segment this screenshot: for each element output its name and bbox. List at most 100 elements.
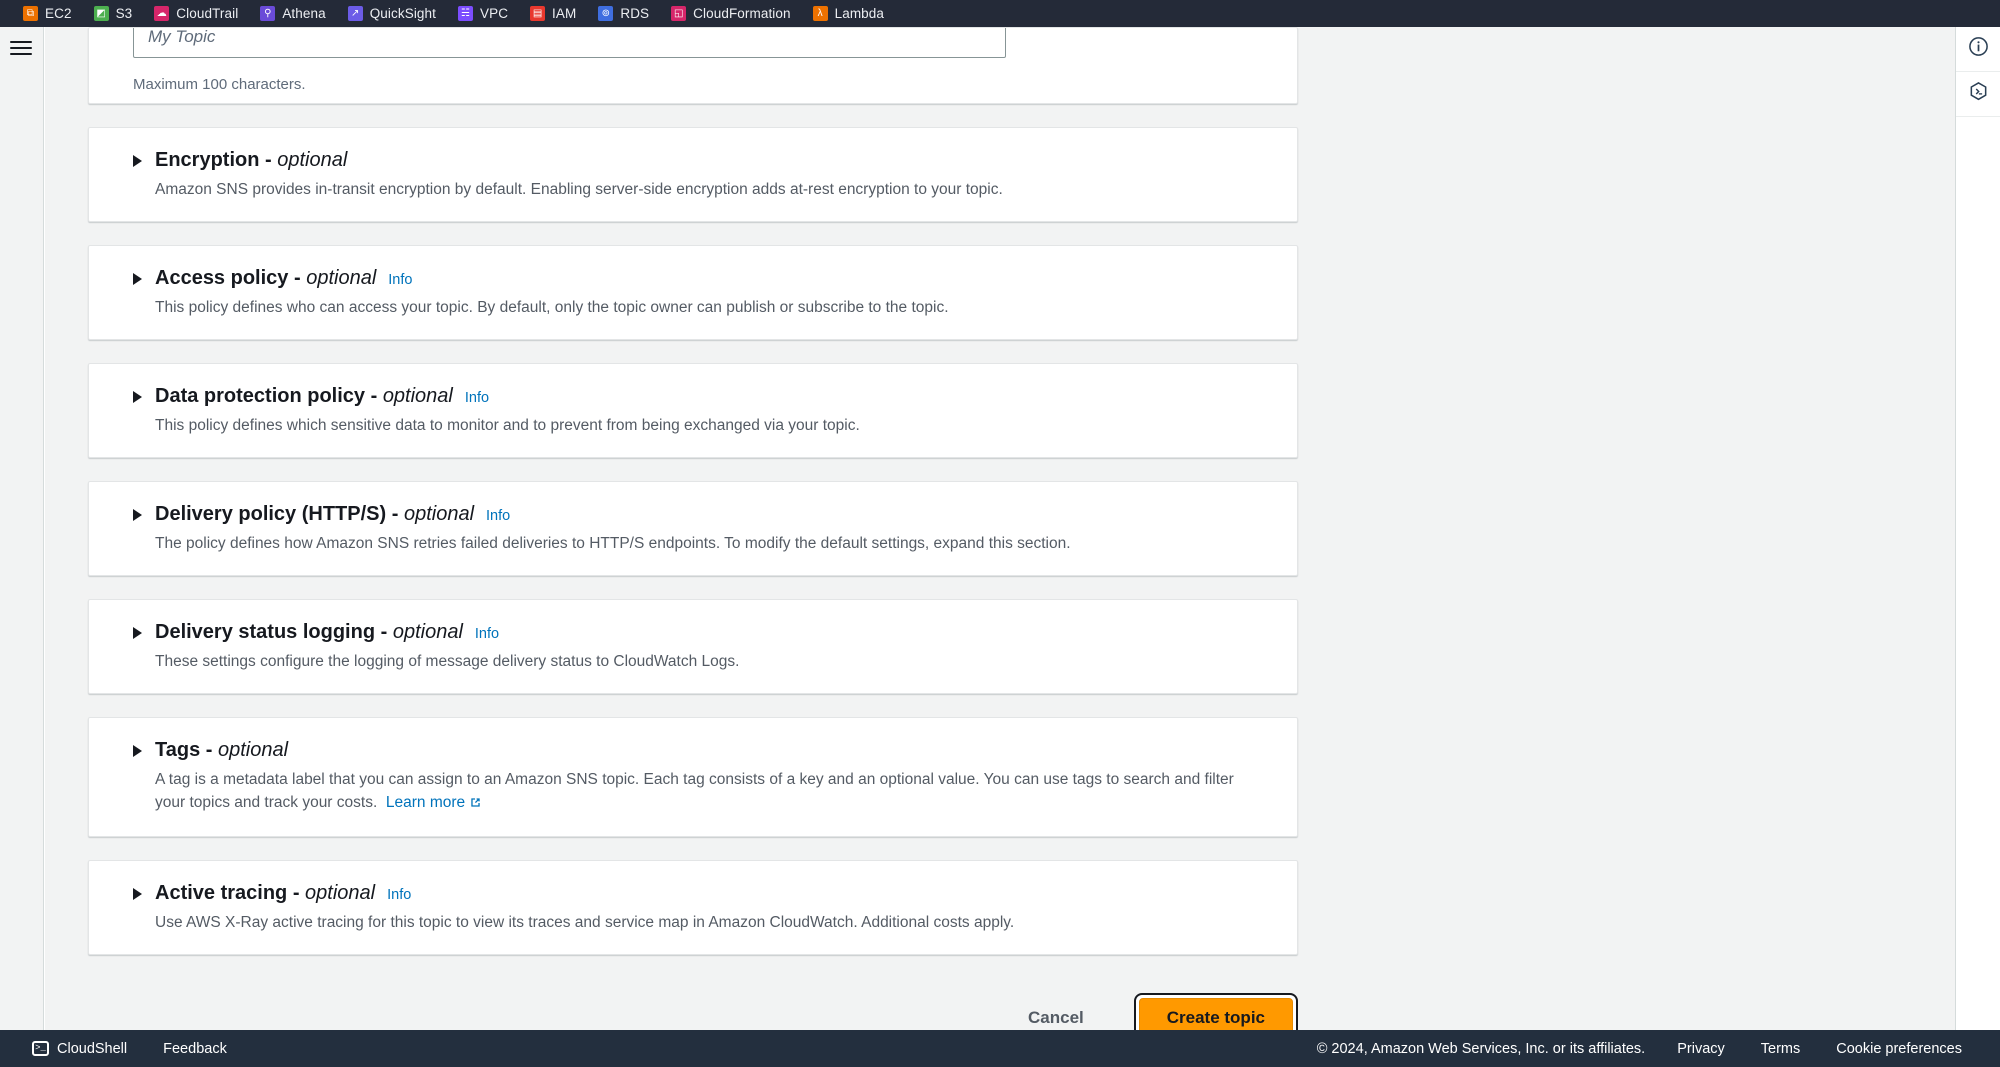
bookmark-s3[interactable]: ◩ S3: [83, 2, 144, 25]
section-access-policy[interactable]: Access policy - optional Info This polic…: [88, 244, 1298, 340]
bookmark-label: VPC: [479, 6, 509, 21]
info-link[interactable]: Info: [465, 390, 489, 406]
info-link[interactable]: Info: [387, 887, 411, 903]
section-title: Active tracing - optional: [155, 881, 376, 904]
bookmark-iam[interactable]: ▤ IAM: [519, 2, 587, 25]
section-encryption[interactable]: Encryption - optional Amazon SNS provide…: [88, 127, 1298, 222]
section-title: Delivery policy (HTTP/S) - optional: [155, 502, 475, 525]
section-title: Encryption - optional: [155, 149, 348, 171]
bottom-bar-left: >_ CloudShell Feedback: [0, 1041, 245, 1057]
bottom-status-bar: >_ CloudShell Feedback © 2024, Amazon We…: [0, 1030, 2000, 1067]
section-title: Delivery status logging - optional: [155, 620, 463, 643]
bookmark-label: Athena: [282, 6, 326, 21]
terms-link[interactable]: Terms: [1743, 1041, 1818, 1057]
bookmark-athena[interactable]: ⚲ Athena: [249, 2, 336, 25]
cloudtrail-favicon: ☁: [154, 6, 170, 21]
section-header[interactable]: Tags - optional: [133, 739, 1253, 762]
caret-right-icon[interactable]: [133, 887, 142, 900]
hamburger-menu-icon[interactable]: [10, 37, 34, 59]
terminal-prompt-icon: >_: [32, 1041, 49, 1056]
section-description-text: A tag is a metadata label that you can a…: [155, 770, 1234, 811]
section-header[interactable]: Active tracing - optional Info: [133, 882, 1253, 905]
iam-favicon: ▤: [530, 6, 546, 21]
info-link[interactable]: Info: [388, 272, 412, 288]
feedback-button[interactable]: Feedback: [145, 1041, 245, 1057]
bookmark-label: CloudFormation: [693, 6, 791, 21]
cookie-preferences-link[interactable]: Cookie preferences: [1818, 1041, 1980, 1057]
section-title-text: Delivery policy (HTTP/S): [155, 502, 387, 525]
lambda-favicon: λ: [812, 6, 828, 21]
rds-favicon: ⊚: [598, 6, 614, 21]
section-delivery-policy[interactable]: Delivery policy (HTTP/S) - optional Info…: [88, 480, 1298, 576]
section-title-text: Tags: [155, 738, 201, 761]
section-description: The policy defines how Amazon SNS retrie…: [155, 534, 1071, 552]
section-delivery-status-logging[interactable]: Delivery status logging - optional Info …: [88, 598, 1298, 694]
cloudshell-panel-button[interactable]: [1956, 72, 2000, 117]
bookmark-rds[interactable]: ⊚ RDS: [587, 2, 660, 25]
topic-name-hint: Maximum 100 characters.: [133, 76, 306, 93]
form-actions: Cancel Create topic: [88, 981, 1298, 1031]
section-title-text: Delivery status logging: [155, 620, 376, 643]
athena-favicon: ⚲: [260, 6, 276, 21]
s3-favicon: ◩: [93, 6, 109, 21]
section-description: A tag is a metadata label that you can a…: [155, 769, 1253, 817]
section-description: These settings configure the logging of …: [155, 652, 740, 670]
right-help-rail: [1955, 27, 2000, 1030]
section-header[interactable]: Data protection policy - optional Info: [133, 385, 1253, 408]
bookmark-quicksight[interactable]: ↗ QuickSight: [337, 2, 447, 25]
create-topic-button[interactable]: Create topic: [1138, 997, 1293, 1030]
section-title: Data protection policy - optional: [155, 384, 453, 407]
topic-name-card: Maximum 100 characters.: [88, 27, 1298, 104]
caret-right-icon[interactable]: [133, 155, 142, 167]
learn-more-label: Learn more: [385, 793, 466, 811]
copyright-text: © 2024, Amazon Web Services, Inc. or its…: [1316, 1040, 1646, 1057]
bookmark-cloudformation[interactable]: ◱ CloudFormation: [660, 2, 801, 25]
cloudshell-label: CloudShell: [57, 1040, 128, 1057]
cloudshell-button[interactable]: >_ CloudShell: [14, 1041, 145, 1057]
info-link[interactable]: Info: [486, 508, 510, 524]
bookmark-label: IAM: [552, 6, 577, 21]
caret-right-icon[interactable]: [133, 626, 142, 639]
section-data-protection-policy[interactable]: Data protection policy - optional Info T…: [88, 362, 1298, 458]
section-title-text: Data protection policy: [155, 384, 366, 407]
caret-right-icon[interactable]: [133, 744, 142, 757]
section-header[interactable]: Delivery status logging - optional Info: [133, 621, 1253, 644]
section-title: Tags - optional: [155, 738, 289, 761]
left-nav-rail: [0, 27, 44, 1030]
learn-more-link[interactable]: Learn more: [386, 794, 482, 811]
section-optional-label: optional: [382, 384, 453, 407]
bookmark-ec2[interactable]: ⧉ EC2: [12, 2, 83, 25]
section-header[interactable]: Delivery policy (HTTP/S) - optional Info: [133, 503, 1253, 526]
section-optional-label: optional: [217, 738, 289, 761]
topic-name-input[interactable]: [133, 28, 1006, 58]
external-link-icon: [469, 794, 482, 817]
section-title: Access policy - optional: [155, 266, 377, 289]
bookmark-lambda[interactable]: λ Lambda: [802, 2, 895, 25]
browser-bookmarks-bar: ⧉ EC2 ◩ S3 ☁ CloudTrail ⚲ Athena ↗ Quick…: [0, 0, 2000, 27]
section-optional-label: optional: [392, 620, 463, 643]
section-title-text: Encryption: [155, 149, 260, 171]
section-description: Use AWS X-Ray active tracing for this to…: [155, 913, 1015, 931]
section-optional-label: optional: [277, 149, 348, 171]
bookmark-label: RDS: [620, 6, 650, 21]
bottom-bar-right: © 2024, Amazon Web Services, Inc. or its…: [1317, 1041, 2000, 1057]
section-optional-label: optional: [403, 502, 475, 525]
caret-right-icon[interactable]: [133, 272, 142, 285]
caret-right-icon[interactable]: [133, 390, 142, 403]
privacy-link[interactable]: Privacy: [1659, 1041, 1743, 1057]
bookmark-vpc[interactable]: ☵ VPC: [447, 2, 519, 25]
cancel-button[interactable]: Cancel: [1010, 1000, 1102, 1031]
section-header[interactable]: Access policy - optional Info: [133, 267, 1253, 290]
info-panel-button[interactable]: [1956, 27, 2000, 72]
caret-right-icon[interactable]: [133, 508, 142, 521]
main-content-area: Maximum 100 characters. Encryption - opt…: [45, 27, 1955, 1030]
section-header[interactable]: Encryption - optional: [133, 149, 1253, 172]
ec2-favicon: ⧉: [23, 6, 38, 21]
bookmark-label: CloudTrail: [176, 6, 239, 21]
section-active-tracing[interactable]: Active tracing - optional Info Use AWS X…: [88, 859, 1298, 955]
info-link[interactable]: Info: [475, 626, 499, 642]
vpc-favicon: ☵: [457, 6, 473, 21]
section-optional-label: optional: [306, 266, 377, 289]
bookmark-cloudtrail[interactable]: ☁ CloudTrail: [143, 2, 249, 25]
section-tags[interactable]: Tags - optional A tag is a metadata labe…: [88, 716, 1298, 837]
